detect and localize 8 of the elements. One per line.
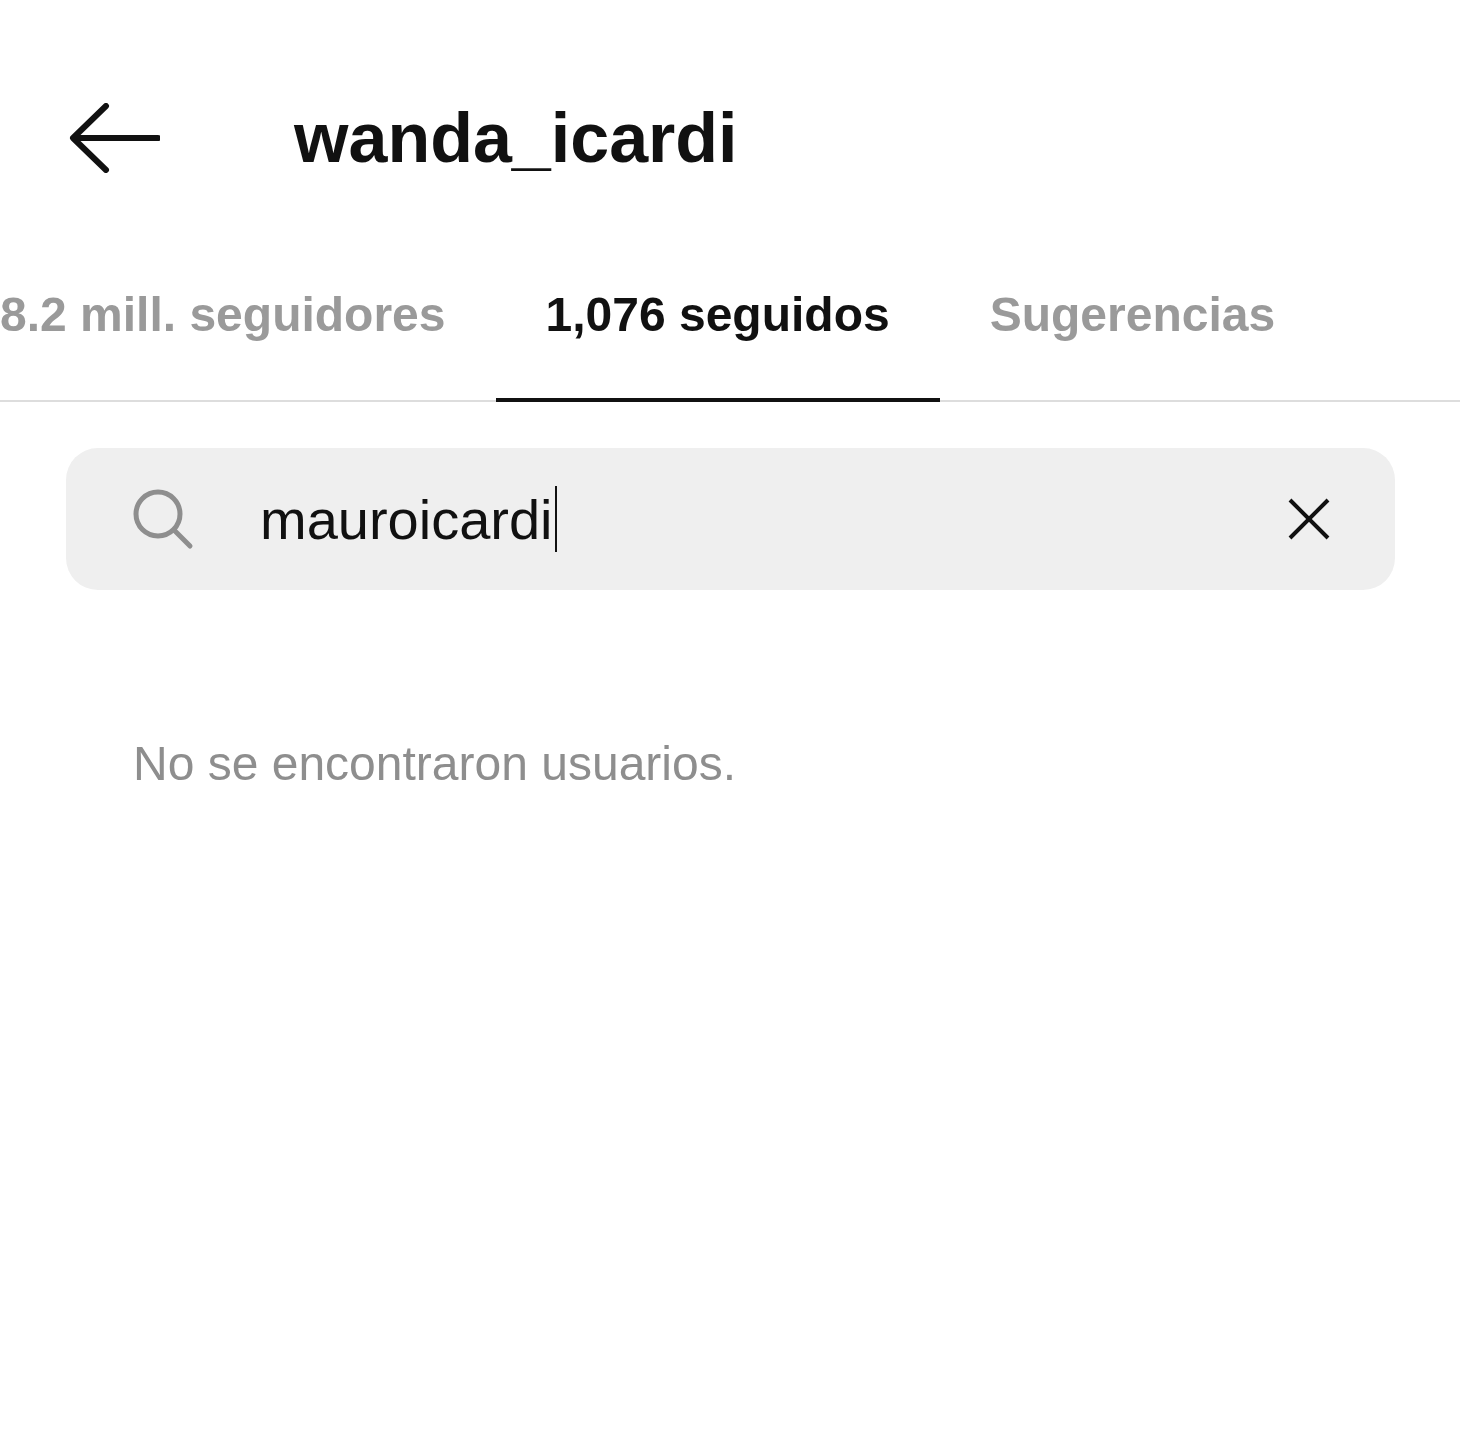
clear-icon[interactable] [1287,497,1331,541]
search-icon [132,488,194,550]
search-field[interactable]: mauroicardi [66,448,1395,590]
profile-username: wanda_icardi [294,97,738,178]
tab[interactable]: 1,076 seguidos [495,265,940,402]
back-arrow-icon[interactable] [68,102,160,173]
search-query: mauroicardi [260,486,553,552]
empty-message: No se encontraron usuarios. [133,736,737,791]
